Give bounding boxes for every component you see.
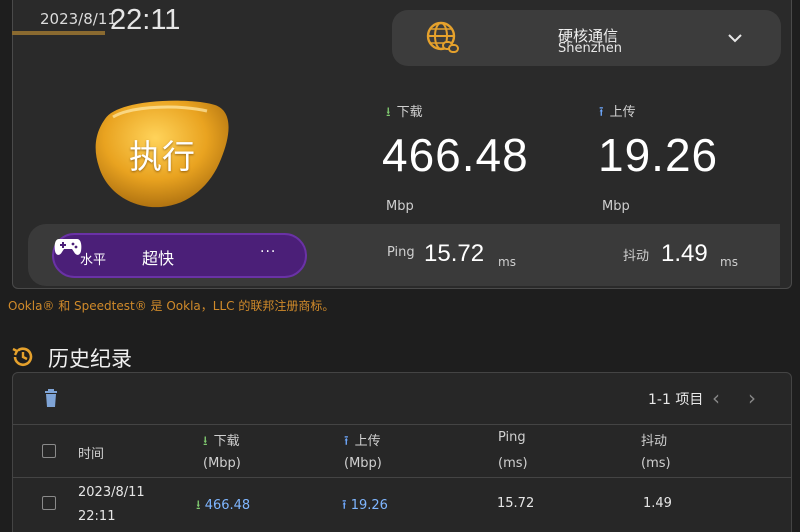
download-label: ⭳ 下载: [386, 105, 423, 120]
pagination-info: 1-1 项目: [648, 392, 704, 408]
connection-mode-toggle[interactable]: 水平 超快 ···: [52, 233, 307, 278]
go-button-label: 执行: [129, 137, 195, 176]
table-divider: [12, 477, 792, 478]
mode-label-ultrafast: 超快: [142, 249, 175, 268]
download-unit: Mbp: [386, 199, 414, 214]
row-download: ⭳ 466.48: [196, 498, 251, 513]
date-underline: [12, 31, 105, 35]
download-arrow-icon: ⭳: [386, 105, 391, 120]
history-icon: [12, 347, 33, 366]
row-checkbox[interactable]: [42, 496, 56, 510]
ping-label: Ping: [387, 245, 415, 260]
col-download: ⭳ 下载: [203, 434, 240, 449]
test-date: 2023/8/11: [40, 10, 117, 28]
trash-icon[interactable]: [43, 389, 59, 407]
col-ping-unit: (ms): [498, 456, 528, 471]
upload-arrow-icon: ⭱: [342, 498, 351, 513]
col-upload: ⭱ 上传: [344, 434, 381, 449]
col-download-unit: (Mbp): [203, 456, 241, 471]
col-upload-unit: (Mbp): [344, 456, 382, 471]
ping-value: 15.72: [424, 240, 485, 267]
chevron-down-icon: [728, 34, 742, 43]
upload-value: 19.26: [598, 129, 719, 181]
download-value: 466.48: [382, 129, 529, 181]
server-city: Shenzhen: [558, 41, 623, 56]
ping-unit: ms: [498, 255, 516, 269]
globe-link-icon: [426, 21, 459, 53]
jitter-unit: ms: [720, 255, 738, 269]
row-date: 2023/8/11: [78, 485, 145, 500]
history-title: 历史纪录: [48, 347, 132, 371]
col-time: 时间: [78, 447, 105, 462]
prev-page-button[interactable]: ‹: [712, 386, 720, 410]
upload-arrow-icon: ⭱: [344, 434, 349, 449]
table-divider: [12, 424, 792, 425]
mode-label-horizontal: 水平: [80, 253, 107, 268]
upload-arrow-icon: ⭱: [599, 105, 604, 120]
next-page-button[interactable]: ›: [748, 386, 756, 410]
select-all-checkbox[interactable]: [42, 444, 56, 458]
col-ping: Ping: [498, 430, 526, 445]
upload-unit: Mbp: [602, 199, 630, 214]
server-selector[interactable]: 硬核通信 Shenzhen: [392, 10, 781, 66]
col-jitter: 抖动: [641, 434, 668, 449]
row-upload: ⭱ 19.26: [342, 498, 388, 513]
more-options-icon: ···: [260, 244, 277, 260]
row-jitter: 1.49: [643, 496, 672, 511]
upload-label: ⭱ 上传: [599, 105, 636, 120]
jitter-value: 1.49: [661, 240, 708, 267]
row-time: 22:11: [78, 509, 116, 524]
jitter-label: 抖动: [623, 249, 650, 264]
col-jitter-unit: (ms): [641, 456, 671, 471]
test-time: 22:11: [110, 4, 181, 36]
download-arrow-icon: ⭳: [196, 498, 205, 513]
trademark-notice: Ookla® 和 Speedtest® 是 Ookla，LLC 的联邦注册商标。: [8, 299, 335, 313]
gamepad-icon: [54, 239, 82, 255]
download-arrow-icon: ⭳: [203, 434, 208, 449]
row-ping: 15.72: [497, 496, 535, 511]
